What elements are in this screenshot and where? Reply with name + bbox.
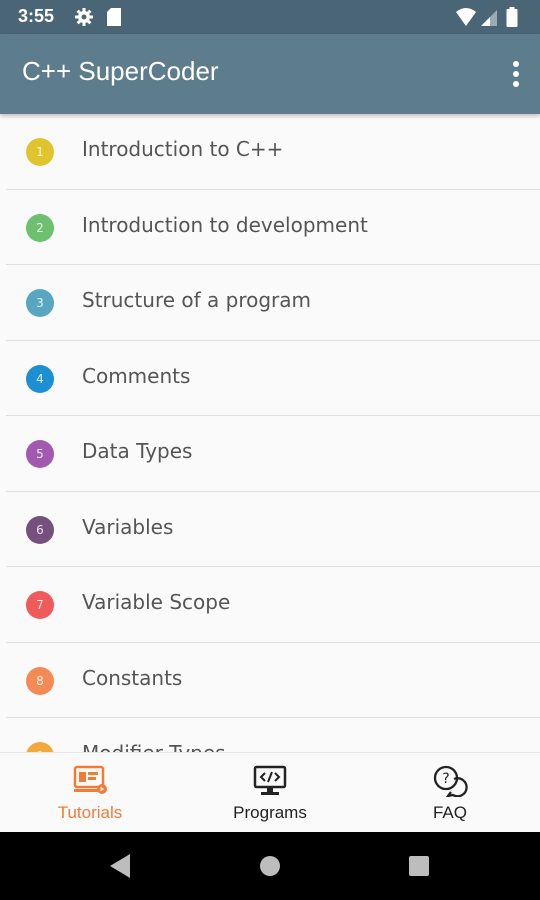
tutorial-list[interactable]: 1 Introduction to C++ 2 Introduction to dev… (0, 114, 540, 752)
tutorial-title: Data Types (82, 439, 193, 463)
list-item[interactable]: 2 Introduction to development (6, 190, 540, 265)
list-item[interactable]: 8 Constants (6, 643, 540, 718)
tutorial-title: Constants (82, 665, 183, 690)
tutorial-number-badge: 6 (26, 515, 54, 544)
settings-gear-icon (75, 8, 93, 26)
back-button-icon[interactable] (108, 852, 132, 880)
battery-icon (506, 7, 518, 27)
tutorials-icon (73, 765, 107, 794)
list-item[interactable]: 1 Introduction to C++ (6, 114, 540, 190)
cell-signal-icon (481, 10, 497, 26)
nav-label-programs: Programs (233, 803, 307, 822)
tutorial-title: Structure of a program (82, 288, 312, 312)
app-bar: C++ SuperCoder (0, 34, 540, 114)
system-navigation-bar (0, 832, 540, 900)
overflow-menu-icon[interactable] (506, 58, 526, 90)
tutorial-number-badge: 9 (26, 742, 54, 752)
programs-icon (253, 765, 287, 795)
tutorial-title: Variable Scope (82, 590, 231, 614)
app-title: C++ SuperCoder (22, 56, 219, 86)
nav-tab-faq[interactable]: ? FAQ (360, 753, 540, 833)
tutorial-title: Variables (82, 514, 174, 539)
status-bar: 3:55 (0, 0, 540, 34)
tutorial-title: Introduction to C++ (82, 137, 284, 161)
nav-tab-programs[interactable]: Programs (180, 753, 360, 833)
list-item[interactable]: 5 Data Types (6, 416, 540, 492)
faq-icon: ? (433, 765, 468, 797)
list-item[interactable]: 6 Variables (6, 492, 540, 567)
nav-label-faq: FAQ (432, 803, 467, 822)
tutorial-number-badge: 7 (26, 591, 54, 619)
tutorial-number-badge: 2 (26, 213, 54, 242)
tutorial-number-badge: 4 (26, 364, 54, 393)
tutorial-number-badge: 3 (26, 289, 54, 317)
svg-text:?: ? (442, 771, 449, 787)
tutorial-title: Comments (82, 363, 191, 388)
list-item[interactable]: 7 Variable Scope (6, 567, 540, 643)
list-item[interactable]: 4 Comments (6, 341, 540, 416)
recents-button-icon[interactable] (407, 852, 431, 880)
list-item[interactable]: 3 Structure of a program (6, 265, 540, 341)
status-time: 3:55 (18, 6, 55, 26)
bottom-navigation: Tutorials Programs ? FAQ (0, 752, 540, 833)
nav-label-tutorials: Tutorials (57, 803, 123, 822)
tutorial-number-badge: 5 (26, 440, 54, 468)
home-button-icon[interactable] (258, 852, 282, 880)
sd-card-icon (107, 8, 121, 26)
tutorial-title: Modifier Types (82, 741, 226, 752)
tutorial-number-badge: 1 (26, 138, 54, 166)
wifi-icon (456, 8, 476, 26)
tutorial-title: Introduction to development (82, 212, 368, 237)
nav-tab-tutorials[interactable]: Tutorials (0, 753, 180, 833)
list-item[interactable]: 9 Modifier Types (6, 718, 540, 752)
tutorial-number-badge: 8 (26, 666, 54, 695)
